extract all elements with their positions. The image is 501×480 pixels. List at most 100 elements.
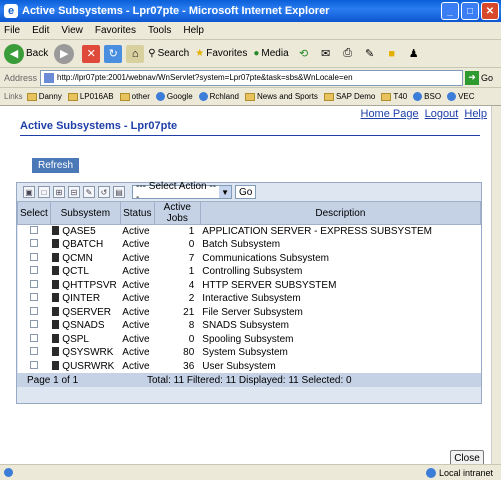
menu-tools[interactable]: Tools <box>148 25 171 36</box>
close-window-button[interactable]: ✕ <box>481 2 499 20</box>
refresh-button[interactable]: Refresh <box>32 158 80 173</box>
row-checkbox[interactable] <box>29 293 38 302</box>
subsystem-cell[interactable]: QINTER <box>50 292 121 306</box>
subsystem-cell[interactable]: QSNADS <box>50 319 121 333</box>
help-link[interactable]: Help <box>464 108 487 120</box>
link-google[interactable]: Google <box>155 92 193 101</box>
maximize-button[interactable]: □ <box>461 2 479 20</box>
row-checkbox[interactable] <box>29 320 38 329</box>
refresh-icon[interactable]: ↻ <box>104 44 123 63</box>
subsystem-cell[interactable]: QCTL <box>50 265 121 279</box>
col-status[interactable]: Status <box>119 201 155 225</box>
vertical-scrollbar[interactable] <box>491 106 501 464</box>
edit-icon[interactable]: ✎ <box>361 45 379 63</box>
links-bar: Links Danny LP016AB other Google Rchland… <box>0 88 501 106</box>
subsystem-cell[interactable]: QSPL <box>50 332 121 346</box>
home-icon[interactable]: ⌂ <box>126 44 145 63</box>
table-row[interactable]: QSYSWRK Active 80 System Subsystem <box>17 346 481 360</box>
subsystem-name[interactable]: QSPL <box>62 334 89 345</box>
print-icon[interactable]: ⎙ <box>339 45 357 63</box>
clear-filter-icon[interactable]: ⊟ <box>68 186 80 198</box>
subsystem-name[interactable]: QBATCH <box>62 239 103 250</box>
select-all-icon[interactable]: ▣ <box>23 186 35 198</box>
back-button[interactable]: ◀ Back <box>4 43 48 64</box>
row-checkbox[interactable] <box>29 279 38 288</box>
link-bso[interactable]: BSO <box>413 92 441 101</box>
table-row[interactable]: QINTER Active 2 Interactive Subsystem <box>17 292 481 306</box>
subsystem-cell[interactable]: QHTTPSVR <box>50 278 121 292</box>
subsystem-cell[interactable]: QUSRWRK <box>50 359 121 373</box>
menu-edit[interactable]: Edit <box>32 25 49 36</box>
clear-sort-icon[interactable]: ↺ <box>98 186 110 198</box>
link-sap-demo[interactable]: SAP Demo <box>323 92 375 101</box>
media-button[interactable]: ● Media <box>253 48 288 59</box>
subsystem-cell[interactable]: QSYSWRK <box>50 346 121 360</box>
logout-link[interactable]: Logout <box>425 108 459 120</box>
table-row[interactable]: QSPL Active 0 Spooling Subsystem <box>17 332 481 346</box>
link-other[interactable]: other <box>119 92 150 101</box>
table-row[interactable]: QSERVER Active 21 File Server Subsystem <box>17 305 481 319</box>
subsystem-name[interactable]: QASE5 <box>62 226 95 237</box>
col-description[interactable]: Description <box>199 201 482 225</box>
row-checkbox[interactable] <box>29 266 38 275</box>
subsystem-cell[interactable]: QCMN <box>50 251 121 265</box>
link-rchland[interactable]: Rchland <box>198 92 239 101</box>
subsystem-cell[interactable]: QASE5 <box>50 224 121 238</box>
menu-view[interactable]: View <box>61 25 83 36</box>
col-subsystem[interactable]: Subsystem <box>49 201 121 225</box>
table-row[interactable]: QASE5 Active 1 APPLICATION SERVER - EXPRESS… <box>17 224 481 238</box>
row-checkbox[interactable] <box>29 347 38 356</box>
subsystem-cell[interactable]: QSERVER <box>50 305 121 319</box>
subsystem-name[interactable]: QSERVER <box>62 307 111 318</box>
table-row[interactable]: QHTTPSVR Active 4 HTTP SERVER SUBSYSTEM <box>17 278 481 292</box>
menu-favorites[interactable]: Favorites <box>95 25 136 36</box>
address-input[interactable]: http://lpr07pte:2001/webnav/WnServlet?sy… <box>40 69 463 86</box>
stop-icon[interactable]: ✕ <box>82 44 101 63</box>
link-t40[interactable]: T40 <box>381 92 407 101</box>
row-checkbox[interactable] <box>29 360 38 369</box>
col-select[interactable]: Select <box>17 201 51 225</box>
address-go-button[interactable]: ➜ Go <box>465 70 501 85</box>
select-action-dropdown[interactable]: --- Select Action --- ▼ <box>132 181 232 203</box>
menu-help[interactable]: Help <box>183 25 204 36</box>
subsystem-cell[interactable]: QBATCH <box>50 238 121 252</box>
link-vec[interactable]: VEC <box>447 92 475 101</box>
table-row[interactable]: QUSRWRK Active 36 User Subsystem <box>17 359 481 373</box>
row-checkbox[interactable] <box>29 239 38 248</box>
subsystem-name[interactable]: QSYSWRK <box>62 347 113 358</box>
col-active-jobs[interactable]: Active Jobs <box>153 201 201 225</box>
history-icon[interactable]: ⟲ <box>295 45 313 63</box>
link-danny[interactable]: Danny <box>26 92 62 101</box>
deselect-all-icon[interactable]: □ <box>38 186 50 198</box>
subsystem-name[interactable]: QSNADS <box>62 320 104 331</box>
mail-icon[interactable]: ✉ <box>317 45 335 63</box>
search-button[interactable]: ⚲ Search <box>148 48 189 59</box>
folder-icon[interactable]: ■ <box>383 45 401 63</box>
row-checkbox[interactable] <box>29 252 38 261</box>
menu-file[interactable]: File <box>4 25 20 36</box>
favorites-button[interactable]: ★ Favorites <box>195 48 247 59</box>
row-checkbox[interactable] <box>29 333 38 342</box>
columns-icon[interactable]: ▤ <box>113 186 125 198</box>
subsystem-name[interactable]: QINTER <box>62 293 100 304</box>
link-news[interactable]: News and Sports <box>245 92 318 101</box>
subsystem-name[interactable]: QCMN <box>62 253 93 264</box>
home-page-link[interactable]: Home Page <box>361 108 419 120</box>
link-lp016ab[interactable]: LP016AB <box>67 92 114 101</box>
row-checkbox[interactable] <box>29 306 38 315</box>
row-checkbox[interactable] <box>29 226 38 234</box>
subsystem-name[interactable]: QUSRWRK <box>62 361 114 372</box>
edit-sort-icon[interactable]: ✎ <box>83 186 95 198</box>
filter-icon[interactable]: ⊞ <box>53 186 65 198</box>
subsystem-name[interactable]: QCTL <box>62 266 89 277</box>
table-row[interactable]: QBATCH Active 0 Batch Subsystem <box>17 238 481 252</box>
table-row[interactable]: QCMN Active 7 Communications Subsystem <box>17 251 481 265</box>
subsystem-name[interactable]: QHTTPSVR <box>62 280 116 291</box>
forward-button[interactable]: ▶ <box>54 43 76 64</box>
table-row[interactable]: QSNADS Active 8 SNADS Subsystem <box>17 319 481 333</box>
active-jobs-cell: 21 <box>154 305 201 319</box>
minimize-button[interactable]: _ <box>441 2 459 20</box>
action-go-button[interactable]: Go <box>235 185 257 199</box>
messenger-icon[interactable]: ♟ <box>405 45 423 63</box>
table-row[interactable]: QCTL Active 1 Controlling Subsystem <box>17 265 481 279</box>
